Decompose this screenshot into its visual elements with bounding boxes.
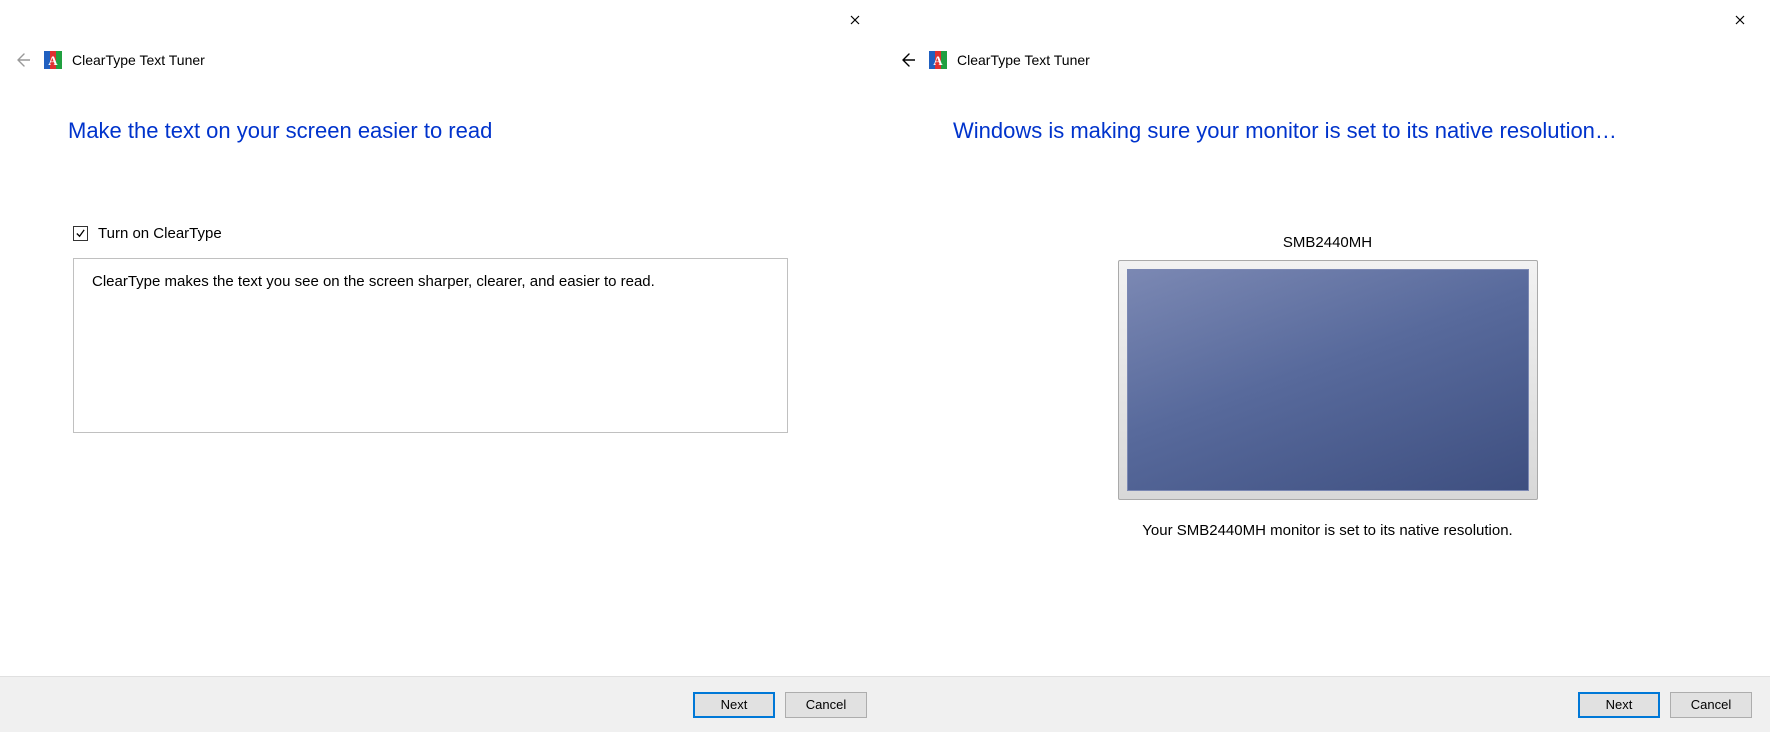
- next-button[interactable]: Next: [1578, 692, 1660, 718]
- checkbox-box: [73, 226, 88, 241]
- app-icon: A: [929, 51, 947, 69]
- monitor-graphic: [1118, 260, 1538, 500]
- app-title: ClearType Text Tuner: [957, 52, 1090, 68]
- checkbox-label: Turn on ClearType: [98, 225, 222, 242]
- wizard-page-2: A ClearType Text Tuner Windows is making…: [885, 0, 1770, 732]
- monitor-name: SMB2440MH: [885, 234, 1770, 251]
- app-title: ClearType Text Tuner: [72, 52, 205, 68]
- cancel-button[interactable]: Cancel: [785, 692, 867, 718]
- page-heading: Make the text on your screen easier to r…: [68, 118, 492, 144]
- wizard-page-1: A ClearType Text Tuner Make the text on …: [0, 0, 885, 732]
- description-box: ClearType makes the text you see on the …: [73, 258, 788, 433]
- close-button[interactable]: [839, 8, 871, 32]
- turn-on-cleartype-checkbox[interactable]: Turn on ClearType: [73, 225, 222, 242]
- back-button: [10, 48, 34, 72]
- svg-text:A: A: [48, 53, 58, 68]
- close-button[interactable]: [1724, 8, 1756, 32]
- back-button[interactable]: [895, 48, 919, 72]
- svg-text:A: A: [933, 53, 943, 68]
- app-icon: A: [44, 51, 62, 69]
- wizard-footer: Next Cancel: [885, 676, 1770, 732]
- page-heading: Windows is making sure your monitor is s…: [953, 118, 1617, 144]
- next-button[interactable]: Next: [693, 692, 775, 718]
- cancel-button[interactable]: Cancel: [1670, 692, 1752, 718]
- monitor-status: Your SMB2440MH monitor is set to its nat…: [885, 522, 1770, 539]
- wizard-footer: Next Cancel: [0, 676, 885, 732]
